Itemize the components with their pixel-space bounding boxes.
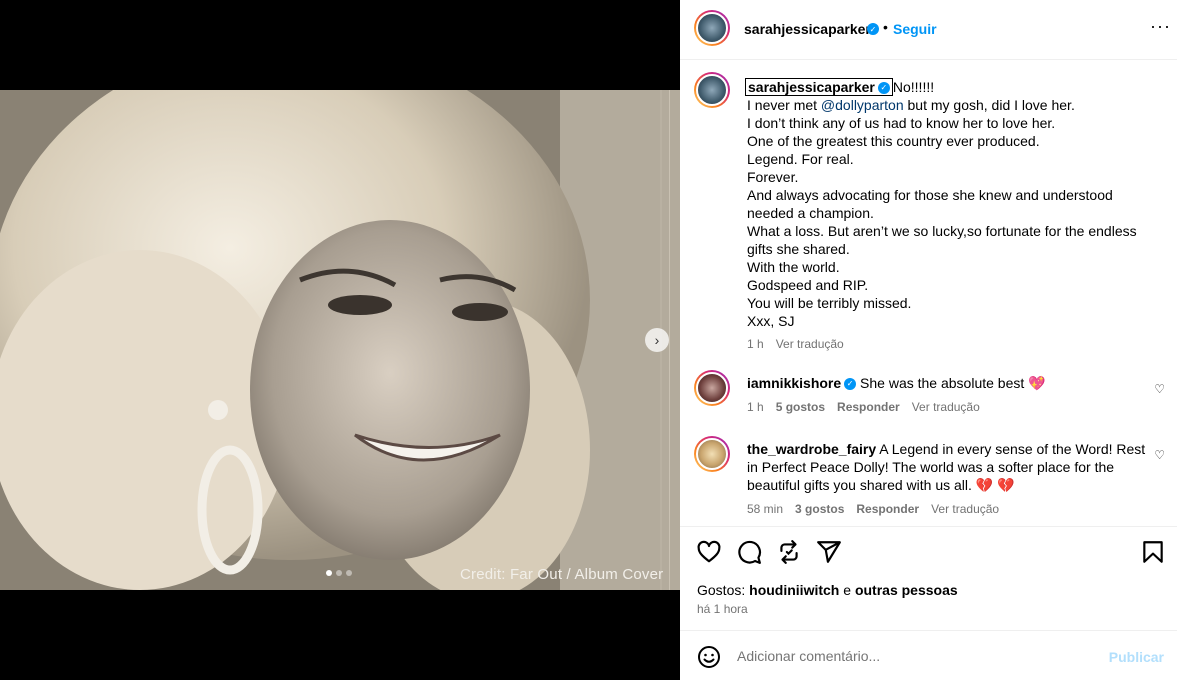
reply-button[interactable]: Responder	[837, 400, 900, 414]
caption-line: And always advocating for those she knew…	[747, 187, 1113, 221]
likes-prefix: Gostos:	[697, 582, 750, 598]
post-actions: Gostos: houdiniiwitch e outras pessoas h…	[680, 526, 1177, 630]
like-comment-heart-icon[interactable]: ♡	[1154, 382, 1165, 396]
comment-likes[interactable]: 3 gostos	[795, 502, 844, 516]
caption-line: I never met	[747, 97, 821, 113]
caption-line: One of the greatest this country ever pr…	[747, 133, 1040, 149]
avatar[interactable]	[694, 10, 730, 46]
comment-username[interactable]: the_wardrobe_fairy	[747, 441, 876, 457]
add-comment-bar: Publicar	[680, 630, 1177, 680]
like-heart-icon[interactable]	[696, 539, 722, 565]
broken-heart-emoji: 💔 💔	[975, 477, 1015, 493]
comment-username[interactable]: iamnikkishore	[747, 375, 841, 391]
like-comment-heart-icon[interactable]: ♡	[1154, 448, 1165, 462]
likes-connector: e	[839, 582, 855, 598]
post-side-panel: sarahjessicaparker ✓ • Seguir ··· sarahj…	[680, 0, 1177, 680]
translate-link[interactable]: Ver tradução	[912, 400, 980, 414]
comment-bubble-icon[interactable]	[736, 539, 762, 565]
comment-input[interactable]	[737, 648, 1097, 664]
caption-meta: 1 h Ver tradução	[747, 335, 1147, 353]
verified-badge-icon: ✓	[844, 378, 857, 391]
carousel-dot	[336, 570, 342, 576]
caption-text: sarahjessicaparker ✓ No!!!!!! I never met …	[745, 78, 1147, 353]
others-link[interactable]: outras pessoas	[855, 582, 958, 598]
carousel-dot	[346, 570, 352, 576]
comment-meta: 58 min 3 gostos Responder Ver tradução	[747, 500, 1147, 518]
translate-link[interactable]: Ver tradução	[931, 502, 999, 516]
caption-line: With the world.	[747, 259, 840, 275]
publish-button[interactable]: Publicar	[1109, 649, 1164, 665]
author-username[interactable]: sarahjessicaparker	[744, 21, 871, 37]
next-image-button[interactable]: ›	[645, 328, 669, 352]
avatar[interactable]	[694, 370, 730, 406]
caption-line: Forever.	[747, 169, 799, 185]
comment-time: 1 h	[747, 400, 764, 414]
comment-text: She was the absolute best	[860, 375, 1025, 391]
reply-button[interactable]: Responder	[856, 502, 919, 516]
share-send-icon[interactable]	[816, 539, 842, 565]
verified-badge-icon: ✓	[867, 23, 879, 35]
comment-meta: 1 h 5 gostos Responder Ver tradução	[747, 398, 1147, 416]
caption-line: No!!!!!!	[892, 79, 935, 95]
caption-line: You will be terribly missed.	[747, 295, 912, 311]
caption-line: but my gosh, did I love her.	[903, 97, 1075, 113]
post-photo[interactable]	[0, 90, 680, 590]
mention-link[interactable]: @dollyparton	[821, 97, 904, 113]
caption-line: I don’t think any of us had to know her …	[747, 115, 1056, 131]
comment-time: 58 min	[747, 502, 784, 516]
carousel-dot	[326, 570, 332, 576]
caption-line: Legend. For real.	[747, 151, 854, 167]
heart-emoji: 💖	[1028, 375, 1046, 391]
caption-line: Xxx, SJ	[747, 313, 795, 329]
liker-username[interactable]: houdiniiwitch	[749, 582, 839, 598]
separator-dot: •	[883, 19, 888, 35]
caption-line: What a loss. But aren’t we so lucky,so f…	[747, 223, 1137, 257]
post-time[interactable]: há 1 hora	[697, 602, 748, 616]
avatar[interactable]	[694, 72, 730, 108]
frame-edge	[669, 90, 670, 590]
instagram-post-view: › Credit: Far Out / Album Cover sarahjes…	[0, 0, 1177, 680]
repost-icon[interactable]	[776, 539, 802, 565]
carousel-dots	[326, 570, 352, 576]
comment-likes[interactable]: 5 gostos	[776, 400, 825, 414]
likes-summary: Gostos: houdiniiwitch e outras pessoas	[697, 582, 958, 598]
caption-username[interactable]: sarahjessicaparker	[748, 79, 875, 95]
more-options-icon[interactable]: ···	[1150, 16, 1171, 37]
avatar[interactable]	[694, 436, 730, 472]
comment-body: the_wardrobe_fairy A Legend in every sen…	[747, 440, 1147, 518]
caption-line: Godspeed and RIP.	[747, 277, 869, 293]
verified-badge-icon: ✓	[877, 82, 890, 95]
emoji-smiley-icon[interactable]	[697, 645, 721, 669]
save-bookmark-icon[interactable]	[1140, 539, 1166, 565]
portrait-illustration	[0, 90, 680, 590]
comment-body: iamnikkishore ✓ She was the absolute best…	[747, 374, 1147, 416]
post-header: sarahjessicaparker ✓ • Seguir ···	[680, 0, 1177, 60]
follow-button[interactable]: Seguir	[893, 21, 937, 37]
photo-credit: Credit: Far Out / Album Cover	[460, 566, 664, 583]
caption-time: 1 h	[747, 337, 764, 351]
media-area: › Credit: Far Out / Album Cover	[0, 0, 680, 680]
translate-link[interactable]: Ver tradução	[776, 337, 844, 351]
chevron-right-icon: ›	[654, 332, 660, 348]
